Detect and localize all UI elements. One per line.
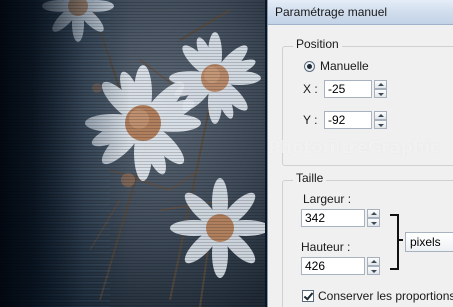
y-label: Y :	[303, 113, 318, 127]
radio-selected-dot	[307, 64, 312, 69]
x-label: X :	[303, 82, 318, 96]
daisy-top	[42, 0, 114, 42]
height-input[interactable]	[301, 257, 365, 275]
arrow-down-icon	[371, 222, 377, 225]
screen: Paramétrage manuel Position Manuelle X :…	[0, 0, 453, 307]
x-spin-down-button[interactable]	[374, 89, 387, 98]
watermark-text: PhotofiltreGraphic	[268, 138, 440, 158]
width-input[interactable]	[301, 209, 365, 227]
height-spin-up-button[interactable]	[367, 257, 380, 266]
height-spin-down-button[interactable]	[367, 266, 380, 275]
y-spinner[interactable]	[374, 111, 387, 129]
unit-select[interactable]: pixels	[405, 232, 453, 252]
arrow-down-icon	[371, 270, 377, 273]
proportion-link-connector	[397, 239, 403, 241]
height-label: Hauteur :	[301, 240, 351, 254]
arrow-up-icon	[371, 260, 377, 263]
arrow-up-icon	[378, 114, 384, 117]
x-input[interactable]	[324, 80, 372, 98]
manual-radio[interactable]	[304, 61, 315, 72]
y-input[interactable]	[324, 111, 372, 129]
keep-proportions-label[interactable]: Conserver les proportions	[318, 289, 453, 303]
daisy-photo	[42, 0, 265, 307]
width-label: Largeur :	[303, 192, 352, 206]
arrow-down-icon	[378, 93, 384, 96]
width-spinner[interactable]	[367, 209, 380, 227]
bud	[92, 83, 102, 93]
x-spin-up-button[interactable]	[374, 80, 387, 89]
unit-select-value: pixels	[410, 235, 441, 249]
dialog-title: Paramétrage manuel	[275, 5, 388, 19]
arrow-up-icon	[378, 83, 384, 86]
checkmark-icon	[303, 290, 314, 301]
x-spinner[interactable]	[374, 80, 387, 98]
y-spin-up-button[interactable]	[374, 111, 387, 120]
proportion-link-bracket	[390, 214, 399, 270]
daisy-bottom	[170, 178, 265, 278]
photo-canvas[interactable]	[0, 0, 265, 307]
height-spinner[interactable]	[367, 257, 380, 275]
width-spin-up-button[interactable]	[367, 209, 380, 218]
arrow-up-icon	[371, 212, 377, 215]
size-group-label: Taille	[293, 171, 327, 185]
position-group-label: Position	[293, 37, 342, 51]
arrow-down-icon	[378, 124, 384, 127]
manual-radio-label[interactable]: Manuelle	[320, 59, 369, 73]
width-spin-down-button[interactable]	[367, 218, 380, 227]
bud	[121, 173, 135, 187]
keep-proportions-checkbox[interactable]	[302, 290, 314, 302]
dialog-titlebar[interactable]: Paramétrage manuel	[268, 0, 453, 25]
y-spin-down-button[interactable]	[374, 120, 387, 129]
